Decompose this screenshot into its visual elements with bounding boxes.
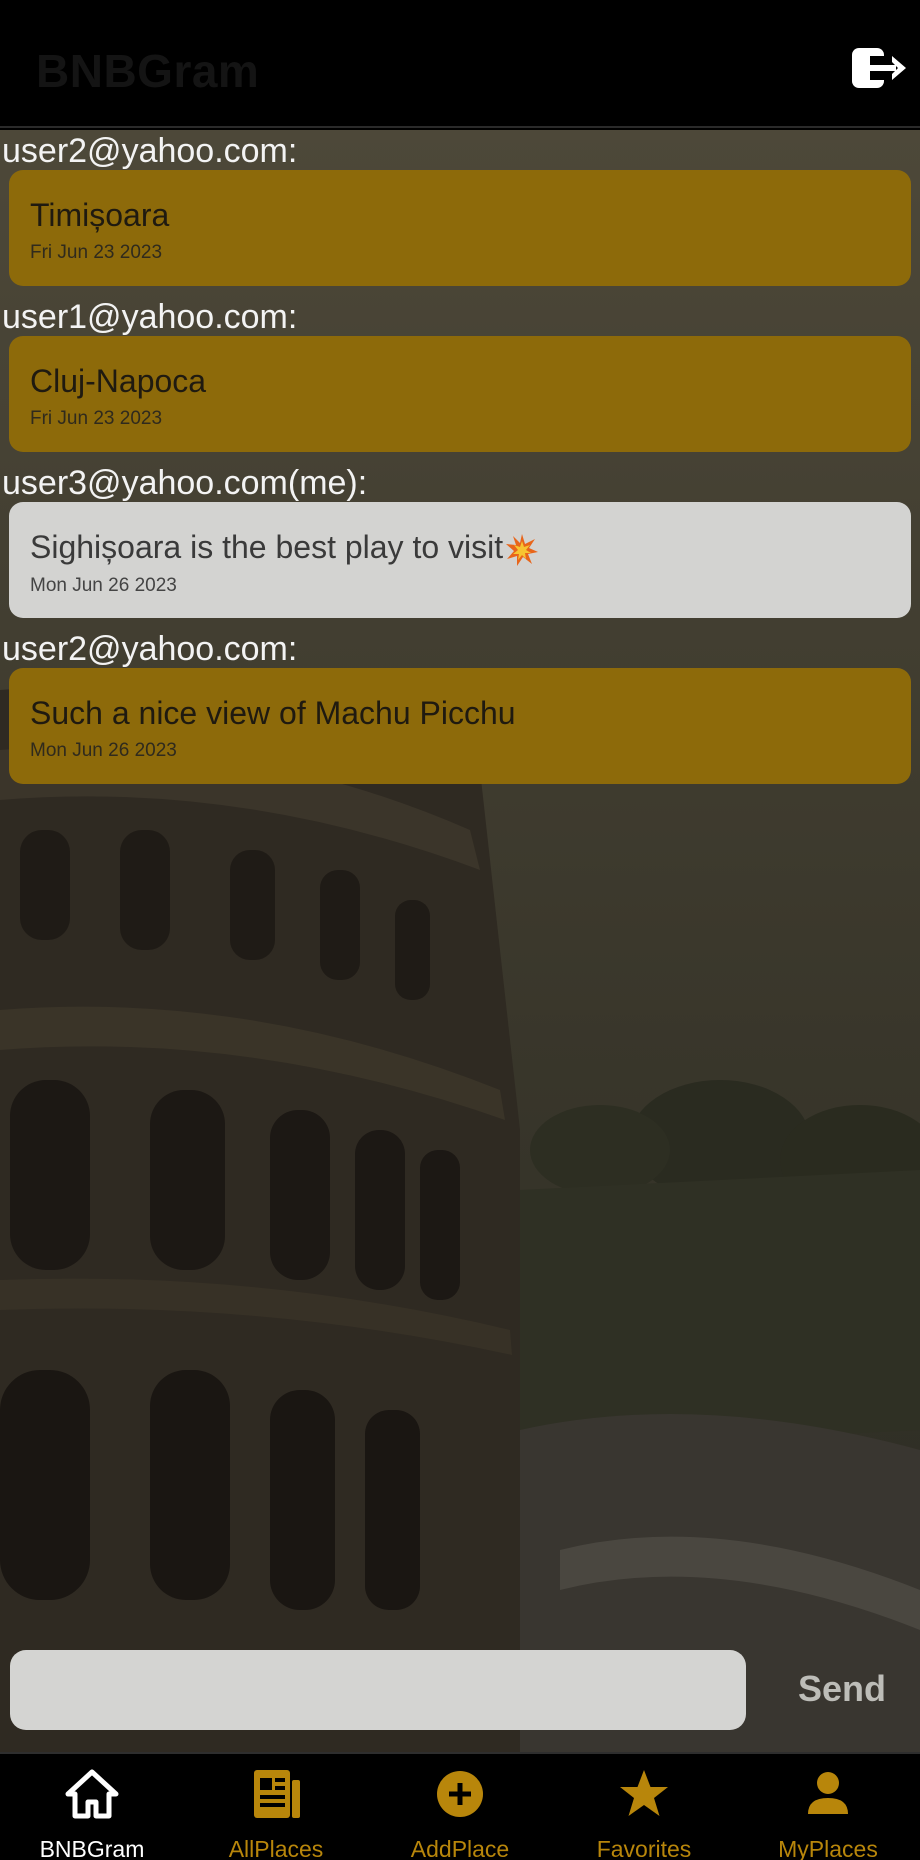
tab-addplace[interactable]: AddPlace [368, 1754, 552, 1860]
message-bubble-me[interactable]: Sighișoara is the best play to visit Mon… [9, 502, 911, 618]
message-sender: user3@yahoo.com(me): [2, 464, 368, 502]
tab-myplaces[interactable]: MyPlaces [736, 1754, 920, 1860]
message-sender: user2@yahoo.com: [2, 630, 298, 668]
message-text: Such a nice view of Machu Picchu [30, 695, 516, 731]
colosseum-background: user2@yahoo.com: Timișoara Fri Jun 23 20… [0, 130, 920, 1752]
message-text: Timișoara [30, 197, 170, 233]
add-circle-icon [437, 1771, 483, 1817]
tab-label: MyPlaces [778, 1836, 878, 1860]
collision-emoji-icon [506, 533, 539, 566]
send-button[interactable]: Send [794, 1668, 890, 1714]
tab-label: AllPlaces [228, 1836, 324, 1860]
logout-icon [852, 48, 906, 88]
newspaper-icon [254, 1770, 300, 1818]
tab-bnbgram[interactable]: BNBGram [0, 1754, 184, 1860]
tab-favorites[interactable]: Favorites [552, 1754, 736, 1860]
tab-label: Favorites [596, 1836, 692, 1860]
message-sender: user1@yahoo.com: [2, 298, 298, 336]
message-text: Sighișoara is the best play to visit [30, 529, 504, 565]
message-bubble[interactable]: Cluj-Napoca Fri Jun 23 2023 [9, 336, 911, 452]
tab-allplaces[interactable]: AllPlaces [184, 1754, 368, 1860]
bottom-tab-bar: BNBGram AllPlaces AddPlace Favorites MyP… [0, 1752, 920, 1860]
message-date: Fri Jun 23 2023 [30, 408, 163, 429]
message-text: Cluj-Napoca [30, 363, 207, 399]
tab-label: AddPlace [410, 1836, 510, 1860]
message-sender: user2@yahoo.com: [2, 132, 298, 170]
tab-label: BNBGram [39, 1836, 145, 1860]
chat-message-list: user2@yahoo.com: Timișoara Fri Jun 23 20… [0, 130, 920, 784]
app-header: BNBGram [0, 0, 920, 128]
app-title: BNBGram [36, 45, 260, 97]
message-input[interactable] [10, 1650, 746, 1730]
home-icon [65, 1769, 119, 1819]
message-date: Fri Jun 23 2023 [30, 242, 163, 263]
message-bubble[interactable]: Timișoara Fri Jun 23 2023 [9, 170, 911, 286]
message-date: Mon Jun 26 2023 [30, 574, 177, 596]
message-date: Mon Jun 26 2023 [30, 740, 177, 761]
message-bubble[interactable]: Such a nice view of Machu Picchu Mon Jun… [9, 668, 911, 784]
message-text-row: Sighișoara is the best play to visit [30, 528, 891, 567]
person-icon [808, 1772, 848, 1814]
logout-button[interactable] [840, 38, 910, 98]
star-icon [620, 1770, 668, 1816]
